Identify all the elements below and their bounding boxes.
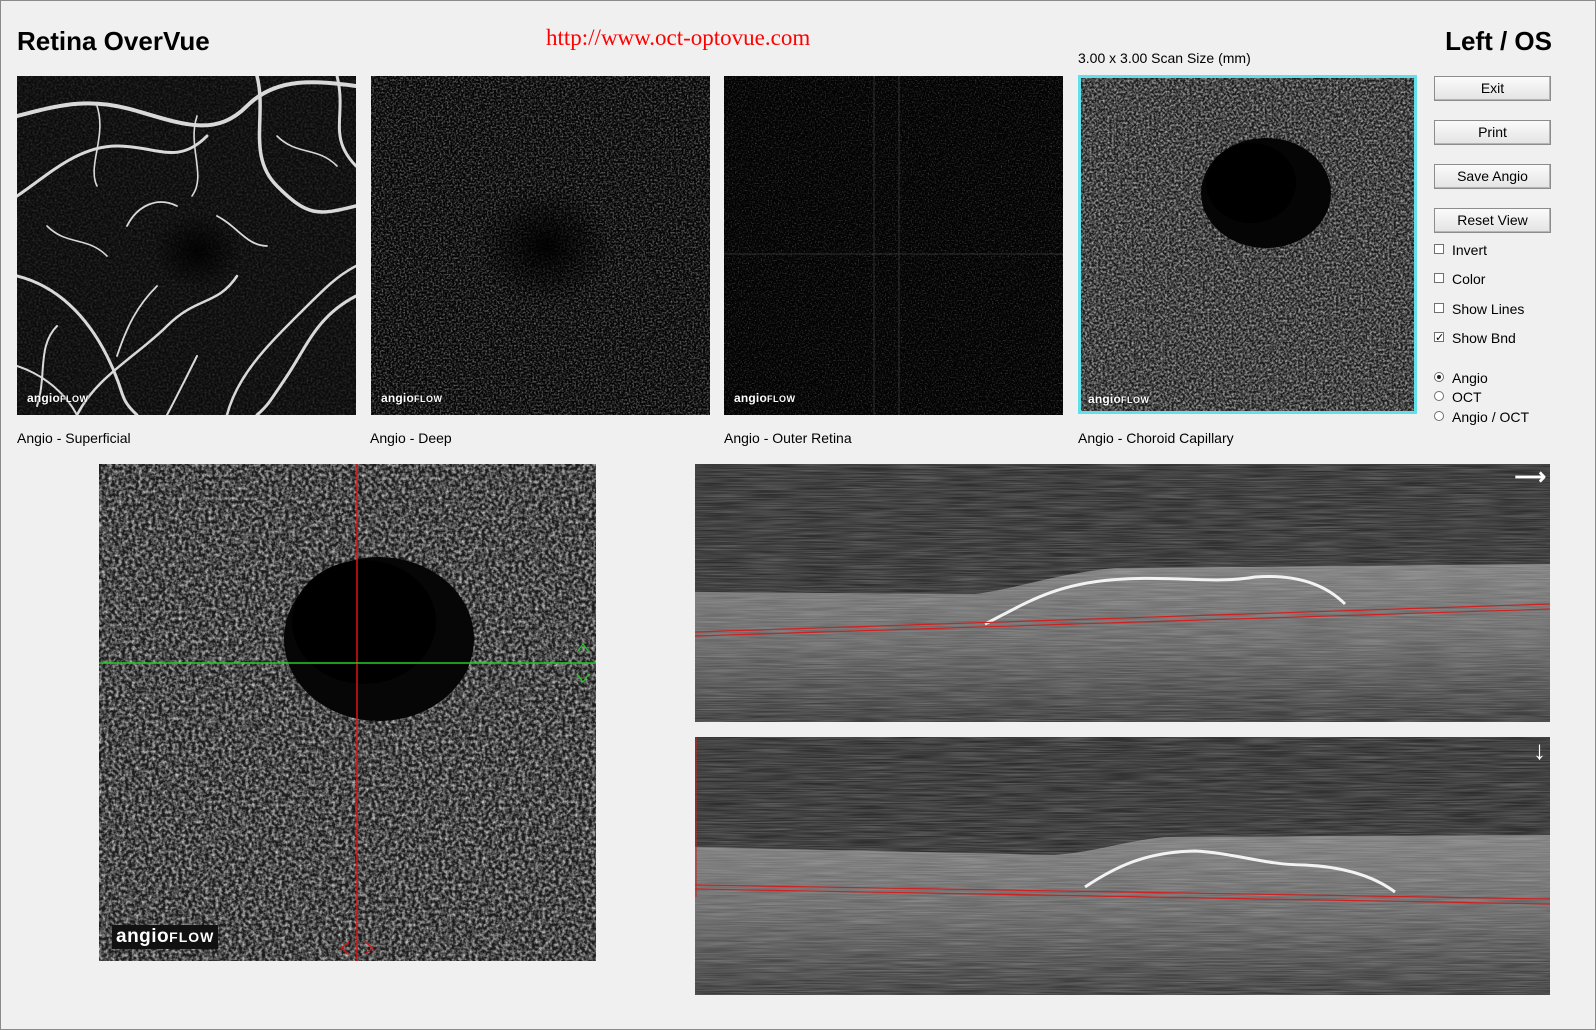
checkbox-box[interactable]	[1434, 244, 1444, 254]
bscan-vertical-image	[695, 737, 1550, 995]
radio-button[interactable]	[1434, 411, 1444, 421]
angioflow-logo: angioFLOW	[27, 391, 89, 405]
thumbnail-superficial[interactable]: angioFLOW	[17, 76, 356, 415]
show-lines-label: Show Lines	[1452, 301, 1525, 317]
save-angio-button[interactable]: Save Angio	[1434, 164, 1551, 189]
exit-button[interactable]: Exit	[1434, 76, 1551, 101]
thumbnail-outer-retina[interactable]: angioFLOW	[724, 76, 1063, 415]
app-title: Retina OverVue	[17, 26, 210, 56]
radio-button[interactable]	[1434, 391, 1444, 401]
checkbox-box[interactable]	[1434, 273, 1444, 283]
caption-outer-retina: Angio - Outer Retina	[724, 430, 852, 446]
thumbnail-deep[interactable]: angioFLOW	[371, 76, 710, 415]
show-bnd-label: Show Bnd	[1452, 330, 1516, 346]
print-button[interactable]: Print	[1434, 120, 1551, 145]
main-angio-image	[99, 464, 596, 961]
angioflow-logo: angioFLOW	[1088, 392, 1150, 406]
eye-label: Left / OS	[1445, 26, 1552, 56]
angioflow-logo: angioFLOW	[112, 925, 219, 949]
angioflow-logo: angioFLOW	[734, 391, 796, 405]
choroid-capillary-angio-image	[1081, 78, 1414, 411]
bscan-horizontal[interactable]: ⟶	[695, 464, 1550, 722]
outer-retina-angio-image	[724, 76, 1063, 415]
superficial-angio-image	[17, 76, 356, 415]
checkbox-box-checked[interactable]	[1434, 329, 1444, 347]
angio-oct-radio-label: Angio / OCT	[1452, 409, 1530, 425]
oct-radio-label: OCT	[1452, 389, 1482, 405]
invert-label: Invert	[1452, 242, 1488, 258]
bscan-horizontal-image	[695, 464, 1550, 722]
radio-button-selected[interactable]	[1434, 372, 1444, 382]
arrow-down-icon: ↓	[1533, 737, 1546, 765]
color-label: Color	[1452, 271, 1486, 287]
caption-deep: Angio - Deep	[370, 430, 452, 446]
caption-choroid-capillary: Angio - Choroid Capillary	[1078, 430, 1234, 446]
thumbnail-choroid-capillary[interactable]: angioFLOW	[1078, 75, 1417, 414]
deep-angio-image	[371, 76, 710, 415]
bscan-vertical[interactable]: ↓	[695, 737, 1550, 995]
angio-radio-label: Angio	[1452, 370, 1488, 386]
url-link[interactable]: http://www.oct-optovue.com	[546, 25, 810, 51]
caption-superficial: Angio - Superficial	[17, 430, 131, 446]
main-angio-view[interactable]: angioFLOW	[99, 464, 596, 961]
checkbox-box[interactable]	[1434, 303, 1444, 313]
reset-view-button[interactable]: Reset View	[1434, 208, 1551, 233]
arrow-right-icon: ⟶	[1514, 464, 1546, 489]
angioflow-logo: angioFLOW	[381, 391, 443, 405]
scan-size-label: 3.00 x 3.00 Scan Size (mm)	[1078, 50, 1251, 66]
